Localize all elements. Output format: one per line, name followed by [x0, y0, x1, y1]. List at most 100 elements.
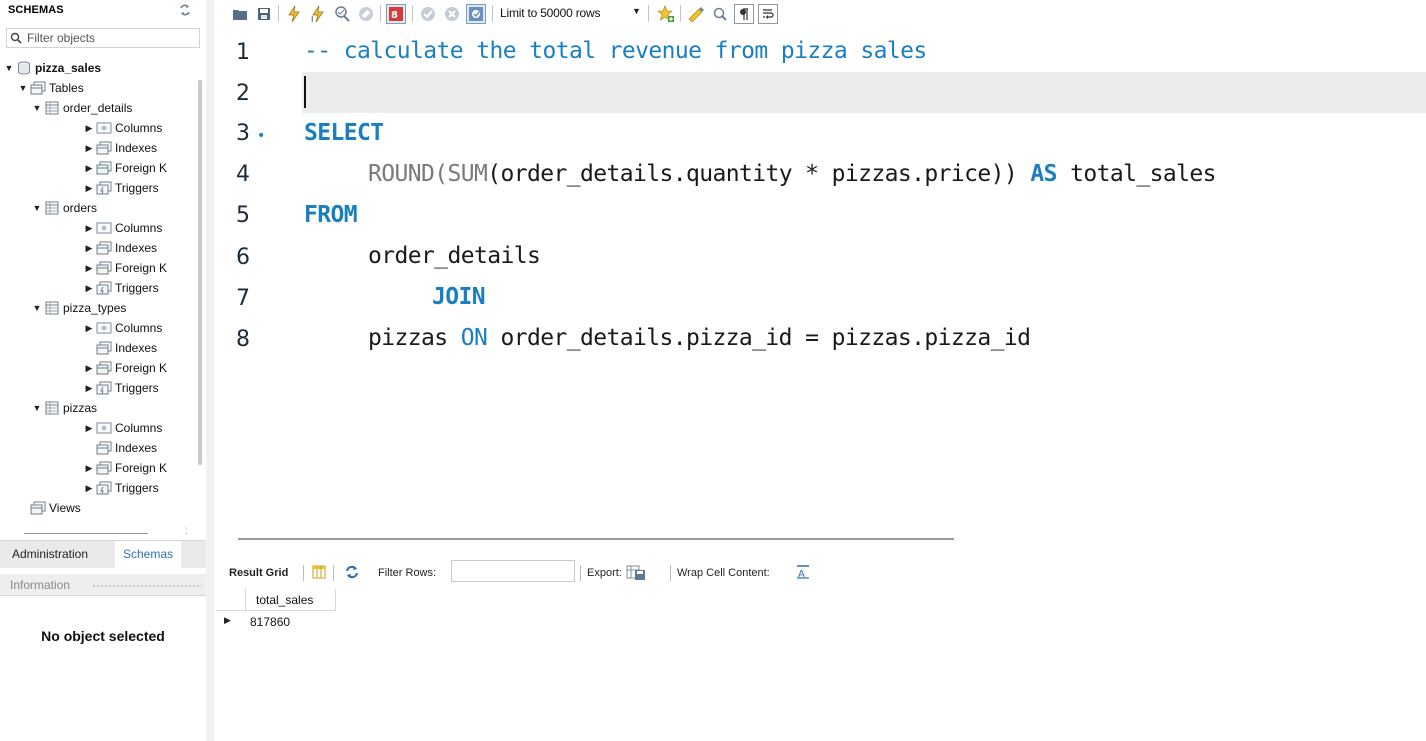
limit-rows-dropdown[interactable]: Limit to 50000 rows	[500, 6, 600, 20]
tree-scrollbar[interactable]	[198, 80, 202, 465]
commit-icon[interactable]	[418, 4, 438, 24]
tree-item-foreign-keys[interactable]: ▶ Foreign K	[84, 458, 168, 478]
foreign-keys-icon	[96, 261, 112, 275]
grid-corner[interactable]	[216, 589, 246, 611]
sidebar-splitter[interactable]	[24, 533, 148, 534]
expand-arrow-icon[interactable]: ▼	[32, 303, 42, 313]
tree-item-indexes[interactable]: ▶Indexes	[84, 238, 158, 258]
line-number: 8	[236, 327, 250, 352]
expand-arrow-icon[interactable]: ▶	[84, 183, 94, 194]
open-folder-icon[interactable]	[230, 4, 250, 24]
execute-current-icon[interactable]: I	[308, 4, 328, 24]
expand-arrow-icon[interactable]: ▼	[32, 203, 42, 213]
code-line-join-condition: pizzas ON order_details.pizza_id = pizza…	[368, 325, 1031, 351]
tree-item-indexes[interactable]: ▶Indexes	[84, 138, 158, 158]
tree-item-table[interactable]: ▼ order_details	[32, 98, 133, 118]
expand-arrow-icon[interactable]: ▼	[32, 103, 42, 113]
expand-arrow-icon[interactable]: ▼	[4, 63, 14, 73]
line-number: 2	[236, 81, 250, 106]
tree-item-triggers[interactable]: ▶ Triggers	[84, 478, 159, 498]
expand-arrow-icon[interactable]: ▶	[84, 223, 94, 234]
table-name: order_details	[63, 101, 133, 115]
triggers-icon	[96, 281, 112, 295]
find-icon[interactable]	[710, 4, 730, 24]
toolbar-separator	[492, 5, 493, 22]
svg-text:8: 8	[391, 10, 398, 21]
beautify-icon[interactable]	[686, 4, 706, 24]
tree-item-columns[interactable]: ▶ Columns	[84, 218, 163, 238]
sidebar-divider[interactable]	[206, 0, 214, 741]
information-header[interactable]: Information	[0, 574, 206, 596]
tab-schemas[interactable]: Schemas	[115, 541, 182, 569]
current-row-arrow-icon: ▶	[224, 615, 231, 625]
grid-cell-total-sales[interactable]: 817860	[250, 615, 290, 629]
refresh-results-icon[interactable]	[344, 564, 360, 583]
editor-horizontal-scrollbar[interactable]	[238, 538, 954, 540]
table-name: orders	[63, 201, 98, 215]
expand-arrow-icon[interactable]: ▶	[84, 283, 94, 294]
refresh-icon[interactable]	[178, 3, 192, 17]
foreign-keys-icon	[96, 461, 112, 475]
autocommit-icon[interactable]	[466, 4, 486, 24]
tree-item-indexes[interactable]: ▶Indexes	[84, 338, 157, 358]
tree-item-table[interactable]: ▼ orders	[32, 198, 97, 218]
tree-item-indexes[interactable]: ▶Indexes	[84, 438, 157, 458]
line-number-text: 3	[236, 121, 250, 146]
line-number: 6	[236, 245, 250, 270]
expand-arrow-icon[interactable]: ▶	[84, 163, 94, 174]
tree-item-foreign-keys[interactable]: ▶ Foreign K	[84, 358, 168, 378]
wrap-lines-icon[interactable]	[758, 4, 778, 24]
tab-administration[interactable]: Administration	[12, 547, 88, 561]
code-alias: total_sales	[1070, 161, 1216, 187]
export-icon[interactable]	[626, 563, 646, 584]
tree-item-foreign-keys[interactable]: ▶ Foreign K	[84, 158, 168, 178]
add-snippet-icon[interactable]	[656, 4, 676, 24]
save-icon[interactable]	[254, 4, 274, 24]
table-name: pizza_types	[63, 301, 127, 315]
filter-rows-label: Filter Rows:	[378, 567, 437, 579]
tree-item-columns[interactable]: ▶ Columns	[84, 118, 163, 138]
tree-label: Triggers	[115, 281, 159, 295]
grid-view-icon[interactable]	[312, 565, 326, 582]
dropdown-arrow-icon[interactable]: ▼	[632, 6, 641, 16]
tree-item-table[interactable]: ▼ pizzas	[32, 398, 97, 418]
tree-item-views[interactable]: ▶ Views	[18, 498, 81, 518]
tree-item-columns[interactable]: ▶ Columns	[84, 418, 163, 438]
code-table-pizzas: pizzas	[368, 325, 448, 351]
filter-rows-input[interactable]	[451, 560, 575, 582]
tree-item-table[interactable]: ▼ pizza_types	[32, 298, 127, 318]
execute-icon[interactable]	[284, 4, 304, 24]
expand-arrow-icon[interactable]: ▶	[84, 143, 94, 154]
wrap-cell-content-icon[interactable]: A	[796, 565, 810, 582]
explain-icon[interactable]	[332, 4, 352, 24]
expand-arrow-icon[interactable]: ▶	[84, 483, 94, 494]
invisible-chars-icon[interactable]	[734, 4, 754, 24]
expand-arrow-icon[interactable]: ▼	[18, 83, 28, 93]
expand-arrow-icon[interactable]: ▶	[84, 363, 94, 374]
filter-objects-input[interactable]	[27, 30, 197, 46]
expand-arrow-icon[interactable]: ▶	[84, 123, 94, 134]
expand-arrow-icon[interactable]: ▶	[84, 263, 94, 274]
tree-item-columns[interactable]: ▶ Columns	[84, 318, 163, 338]
tree-item-schema[interactable]: ▼ pizza_sales	[4, 58, 102, 78]
expand-arrow-icon[interactable]: ▶	[84, 423, 94, 434]
toggle-continue-on-error-icon[interactable]: 8	[386, 4, 406, 24]
expand-arrow-icon[interactable]: ▶	[84, 323, 94, 334]
expand-arrow-icon[interactable]: ▶	[84, 463, 94, 474]
tree-item-triggers[interactable]: ▶ Triggers	[84, 378, 159, 398]
tree-item-triggers[interactable]: ▶ Triggers	[84, 178, 159, 198]
tree-item-tables[interactable]: ▼ Tables	[18, 78, 84, 98]
expand-arrow-icon[interactable]: ▼	[32, 403, 42, 413]
tree-item-foreign-keys[interactable]: ▶ Foreign K	[84, 258, 168, 278]
indexes-icon	[96, 241, 112, 255]
statement-marker-icon: •	[257, 128, 266, 144]
column-header-total-sales[interactable]: total_sales	[246, 589, 336, 611]
rollback-icon[interactable]	[442, 4, 462, 24]
wrap-cell-content-label: Wrap Cell Content:	[677, 567, 770, 579]
result-grid-tab[interactable]: Result Grid	[229, 567, 288, 579]
tree-item-triggers[interactable]: ▶ Triggers	[84, 278, 159, 298]
sql-editor[interactable]: 1 2 3 • 4 5 6 7 8 -- calculate the total…	[214, 28, 1426, 528]
expand-arrow-icon[interactable]: ▶	[84, 383, 94, 394]
expand-arrow-icon[interactable]: ▶	[84, 243, 94, 254]
stop-icon[interactable]	[356, 4, 376, 24]
